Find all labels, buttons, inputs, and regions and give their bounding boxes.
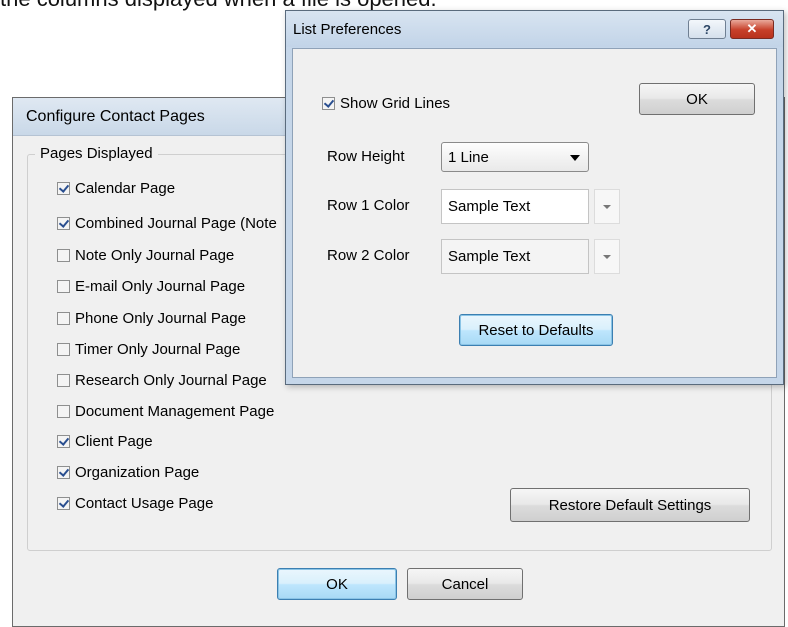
chevron-down-icon	[570, 155, 580, 161]
row2-color-field[interactable]: Sample Text	[441, 239, 589, 274]
checkbox-box[interactable]	[57, 279, 70, 293]
checkbox-email-only-journal-page[interactable]: E-mail Only Journal Page	[57, 276, 245, 296]
checkbox-box[interactable]	[57, 248, 70, 262]
checkbox-label: Timer Only Journal Page	[75, 340, 241, 358]
checkbox-note-only-journal-page[interactable]: Note Only Journal Page	[57, 245, 234, 265]
checkbox-label: Client Page	[75, 432, 153, 450]
checkbox-label: Calendar Page	[75, 179, 176, 197]
checkbox-box[interactable]	[57, 404, 70, 418]
checkbox-label: Organization Page	[75, 463, 200, 481]
close-button[interactable]: ✕	[730, 19, 774, 39]
checkbox-research-only-journal-page[interactable]: Research Only Journal Page	[57, 370, 267, 390]
checkbox-label: Show Grid Lines	[340, 94, 451, 112]
checkbox-document-management-page[interactable]: Document Management Page	[57, 401, 274, 421]
chevron-down-icon	[603, 255, 611, 259]
reset-to-defaults-button[interactable]: Reset to Defaults	[459, 314, 613, 346]
help-button[interactable]: ?	[688, 19, 726, 39]
row-height-value: 1 Line	[448, 148, 489, 166]
checkbox-box[interactable]	[322, 96, 335, 110]
close-icon: ✕	[746, 21, 758, 36]
checkbox-box[interactable]	[57, 342, 70, 356]
checkbox-label: Research Only Journal Page	[75, 371, 267, 389]
checkbox-timer-only-journal-page[interactable]: Timer Only Journal Page	[57, 339, 240, 359]
checkbox-label: E-mail Only Journal Page	[75, 277, 246, 295]
row1-color-field[interactable]: Sample Text	[441, 189, 589, 224]
checkbox-label: Document Management Page	[75, 402, 275, 420]
row2-color-label: Row 2 Color	[327, 247, 410, 264]
checkbox-box[interactable]	[57, 373, 70, 387]
checkbox-calendar-page[interactable]: Calendar Page	[57, 178, 175, 198]
checkbox-client-page[interactable]: Client Page	[57, 431, 153, 451]
row1-color-dropdown[interactable]	[594, 189, 620, 224]
help-icon: ?	[703, 21, 711, 37]
checkbox-organization-page[interactable]: Organization Page	[57, 462, 199, 482]
checkbox-label: Combined Journal Page (Note	[75, 214, 277, 232]
row2-color-sample: Sample Text	[448, 248, 531, 265]
checkbox-box[interactable]	[57, 311, 70, 325]
row1-color-label: Row 1 Color	[327, 197, 410, 214]
show-grid-lines-checkbox[interactable]: Show Grid Lines	[322, 93, 450, 113]
chevron-down-icon	[603, 205, 611, 209]
checkbox-box[interactable]	[57, 181, 70, 195]
checkbox-label: Note Only Journal Page	[75, 246, 235, 264]
row-height-label: Row Height	[327, 148, 405, 165]
checkbox-label: Contact Usage Page	[75, 494, 214, 512]
checkbox-box[interactable]	[57, 465, 70, 479]
ok-button[interactable]: OK	[277, 568, 397, 600]
group-label: Pages Displayed	[35, 145, 158, 162]
dialog-title: List Preferences	[293, 21, 402, 38]
list-preferences-dialog: List Preferences ? ✕ Show Grid Lines OK …	[285, 10, 784, 385]
checkbox-box[interactable]	[57, 216, 70, 230]
checkbox-box[interactable]	[57, 496, 70, 510]
restore-default-settings-button[interactable]: Restore Default Settings	[510, 488, 750, 522]
cancel-button[interactable]: Cancel	[407, 568, 523, 600]
ok-button[interactable]: OK	[639, 83, 755, 115]
checkbox-label: Phone Only Journal Page	[75, 309, 246, 327]
checkbox-box[interactable]	[57, 434, 70, 448]
row2-color-dropdown[interactable]	[594, 239, 620, 274]
row-height-select[interactable]: 1 Line	[441, 142, 589, 172]
checkbox-phone-only-journal-page[interactable]: Phone Only Journal Page	[57, 308, 246, 328]
checkbox-combined-journal-page[interactable]: Combined Journal Page (Note	[57, 213, 277, 233]
dialog-client-area: Show Grid Lines OK Row Height 1 Line Row…	[292, 48, 777, 378]
checkbox-contact-usage-page[interactable]: Contact Usage Page	[57, 493, 213, 513]
dialog-title: Configure Contact Pages	[26, 108, 205, 125]
row1-color-sample: Sample Text	[448, 198, 531, 215]
